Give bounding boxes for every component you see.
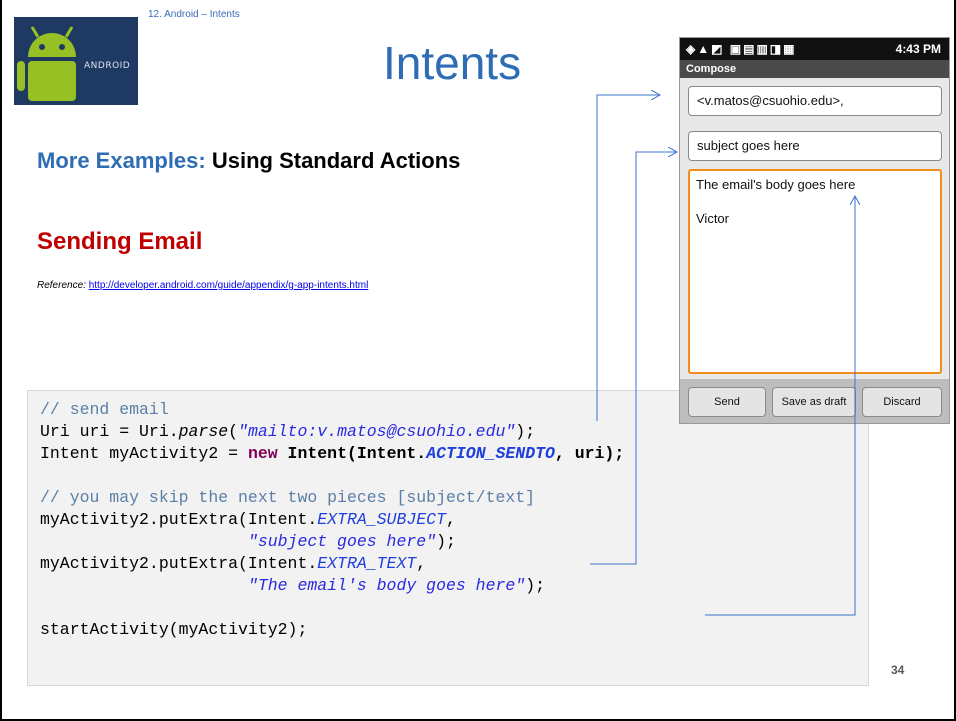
arrow-body-field: [705, 196, 855, 616]
connector-arrows: [590, 0, 956, 616]
arrow-to-field: [596, 95, 660, 421]
arrow-subject-field: [590, 152, 677, 565]
